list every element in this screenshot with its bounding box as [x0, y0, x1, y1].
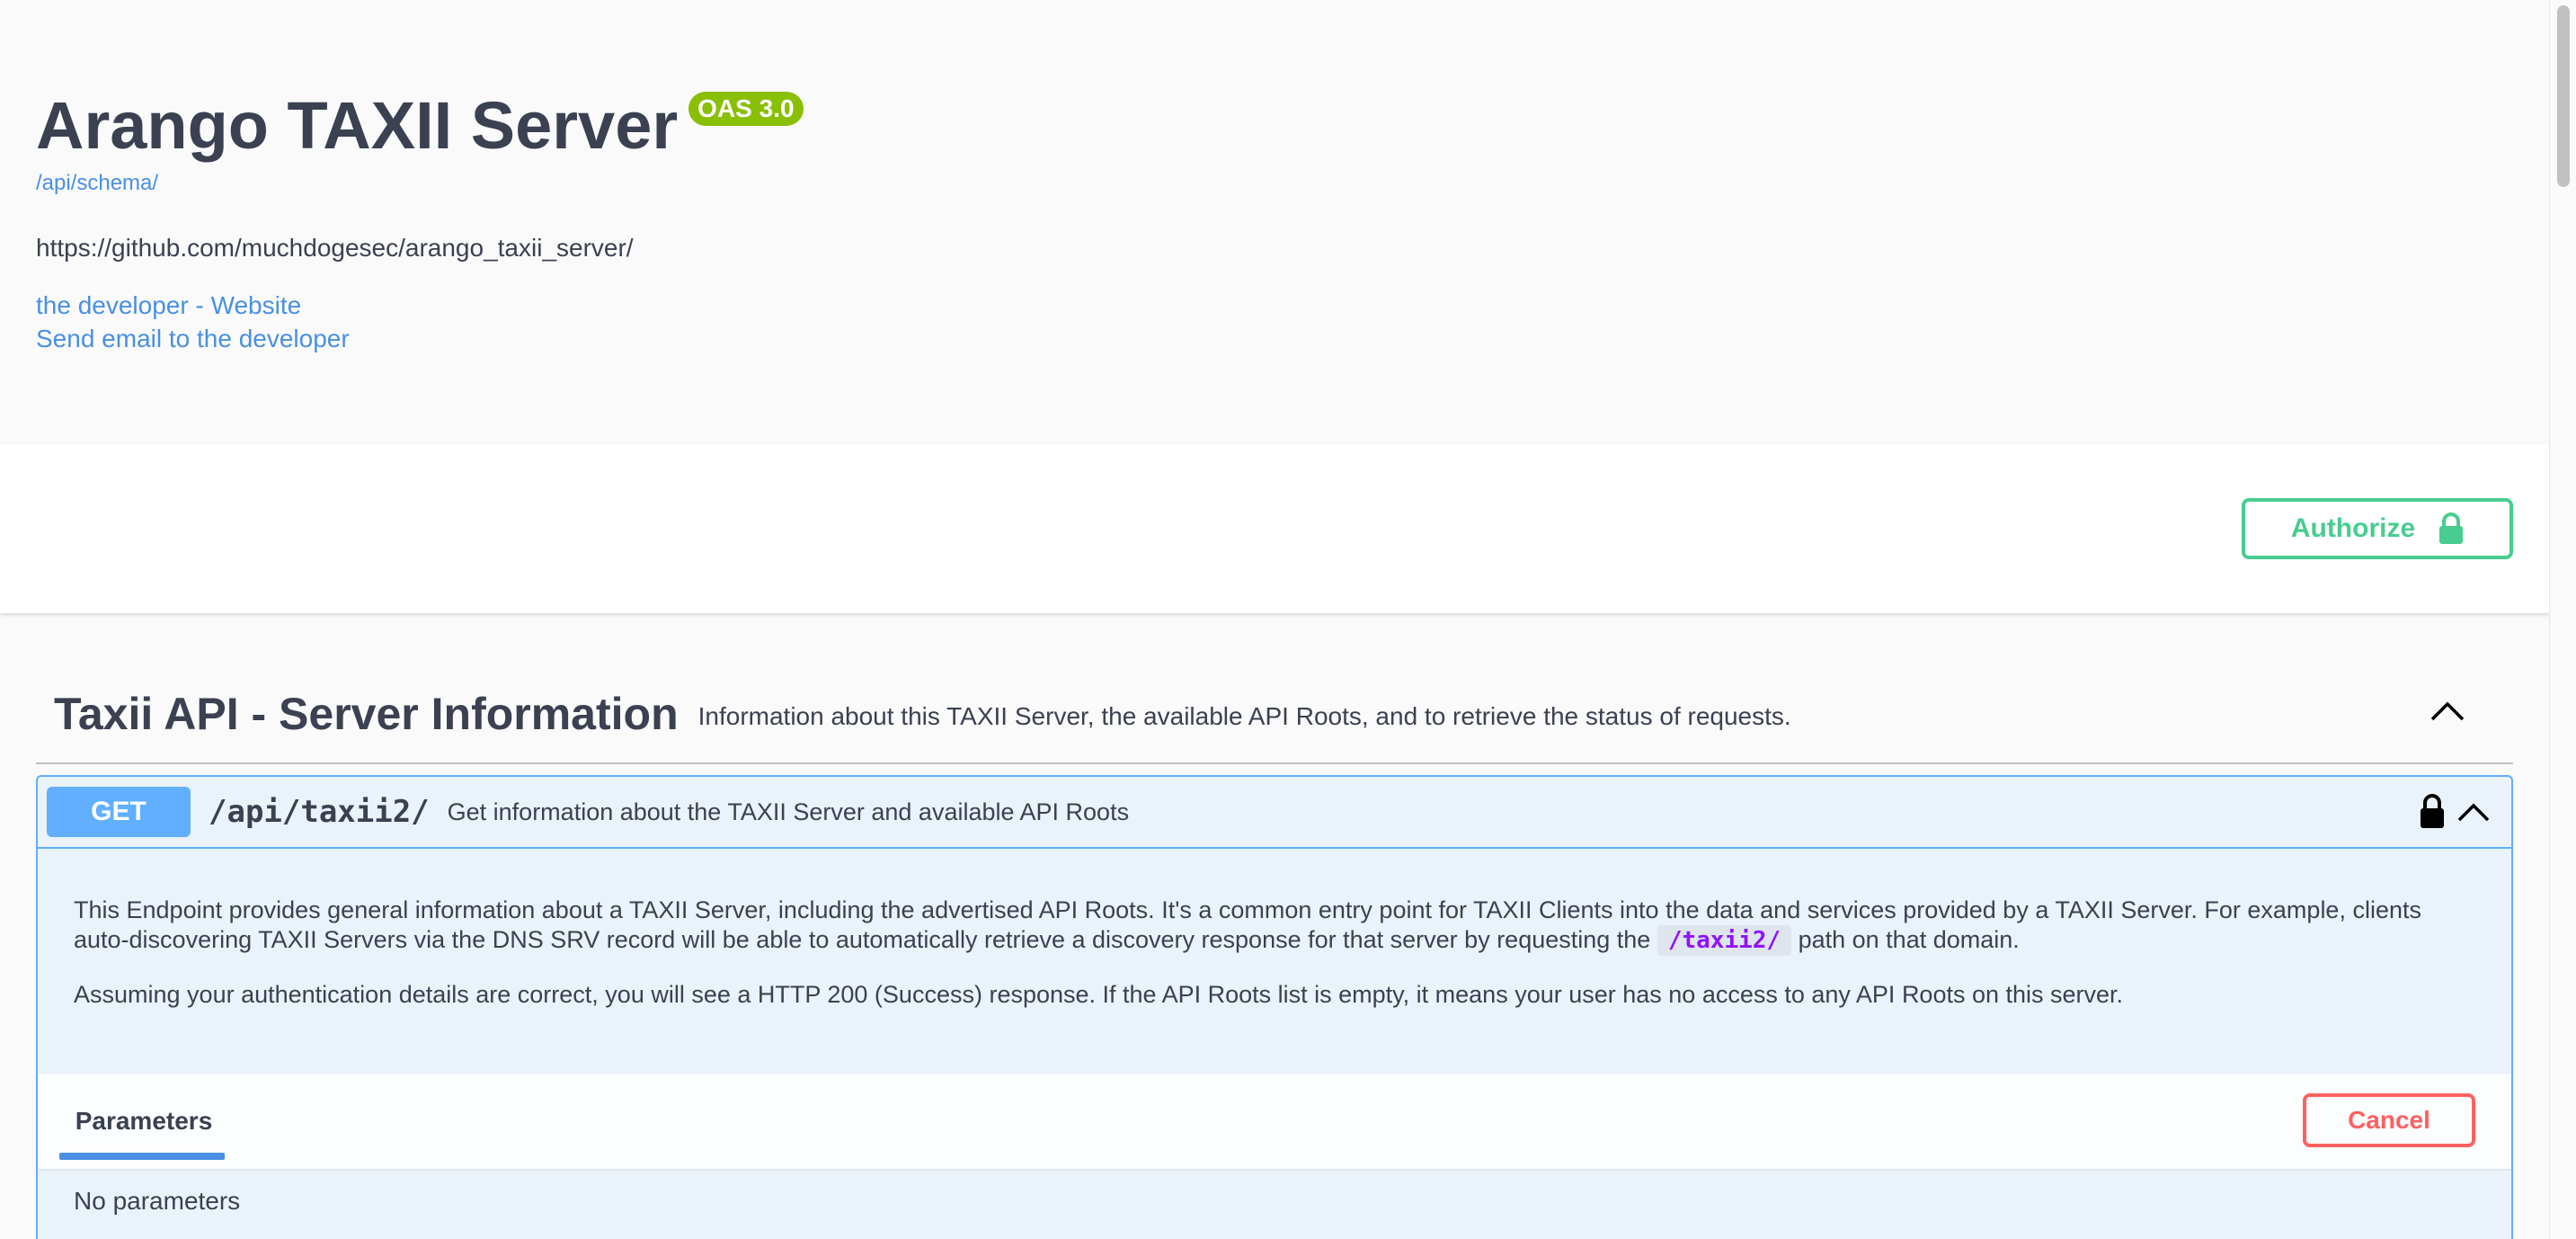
tab-parameters[interactable]: Parameters	[61, 1099, 227, 1144]
oas-version-badge: OAS 3.0	[688, 92, 804, 126]
authorize-button[interactable]: Authorize	[2242, 498, 2513, 559]
lock-icon	[2439, 513, 2464, 544]
operation-description: This Endpoint provides general informati…	[74, 896, 2483, 1034]
authorize-label: Authorize	[2290, 513, 2416, 543]
tag-header[interactable]: Taxii API - Server Information Informati…	[36, 665, 2513, 764]
no-parameters-text: No parameters	[74, 1187, 241, 1215]
description-url: https://github.com/muchdogesec/arango_ta…	[36, 234, 634, 262]
description-text: This Endpoint provides general informati…	[74, 896, 2421, 953]
swagger-page: Arango TAXII Server OAS 3.0 /api/schema/…	[0, 0, 2576, 1239]
schema-link[interactable]: /api/schema/	[36, 171, 158, 196]
tag-title: Taxii API - Server Information	[54, 689, 679, 739]
chevron-up-icon[interactable]	[2454, 793, 2493, 833]
developer-email-link[interactable]: Send email to the developer	[36, 325, 350, 353]
tab-active-indicator	[59, 1153, 225, 1160]
parameters-header: Parameters Cancel	[38, 1074, 2511, 1169]
title-row: Arango TAXII Server OAS 3.0	[36, 83, 804, 169]
description-text: path on that domain.	[1798, 926, 2020, 953]
page-title: Arango TAXII Server	[36, 88, 679, 163]
vertical-scrollbar[interactable]	[2549, 0, 2576, 1239]
auth-bar: Authorize	[0, 444, 2549, 613]
info-section: Arango TAXII Server OAS 3.0 /api/schema/…	[0, 0, 2549, 444]
description-paragraph: This Endpoint provides general informati…	[74, 896, 2483, 956]
description-paragraph: Assuming your authentication details are…	[74, 981, 2124, 1008]
developer-website-link[interactable]: the developer - Website	[36, 291, 301, 320]
tag-description: Information about this TAXII Server, the…	[697, 702, 1791, 730]
operation-path: /api/taxii2/	[209, 794, 430, 830]
operation-summary[interactable]: GET /api/taxii2/ Get information about t…	[38, 777, 2511, 849]
chevron-up-icon[interactable]	[2427, 691, 2468, 732]
cancel-button[interactable]: Cancel	[2303, 1093, 2475, 1147]
inline-code: /taxii2/	[1657, 925, 1792, 956]
lock-icon[interactable]	[2418, 793, 2447, 829]
http-method-badge: GET	[47, 787, 191, 837]
operation-summary-text: Get information about the TAXII Server a…	[447, 798, 1130, 825]
scrollbar-thumb[interactable]	[2557, 5, 2570, 187]
operation-block: GET /api/taxii2/ Get information about t…	[36, 775, 2513, 1239]
